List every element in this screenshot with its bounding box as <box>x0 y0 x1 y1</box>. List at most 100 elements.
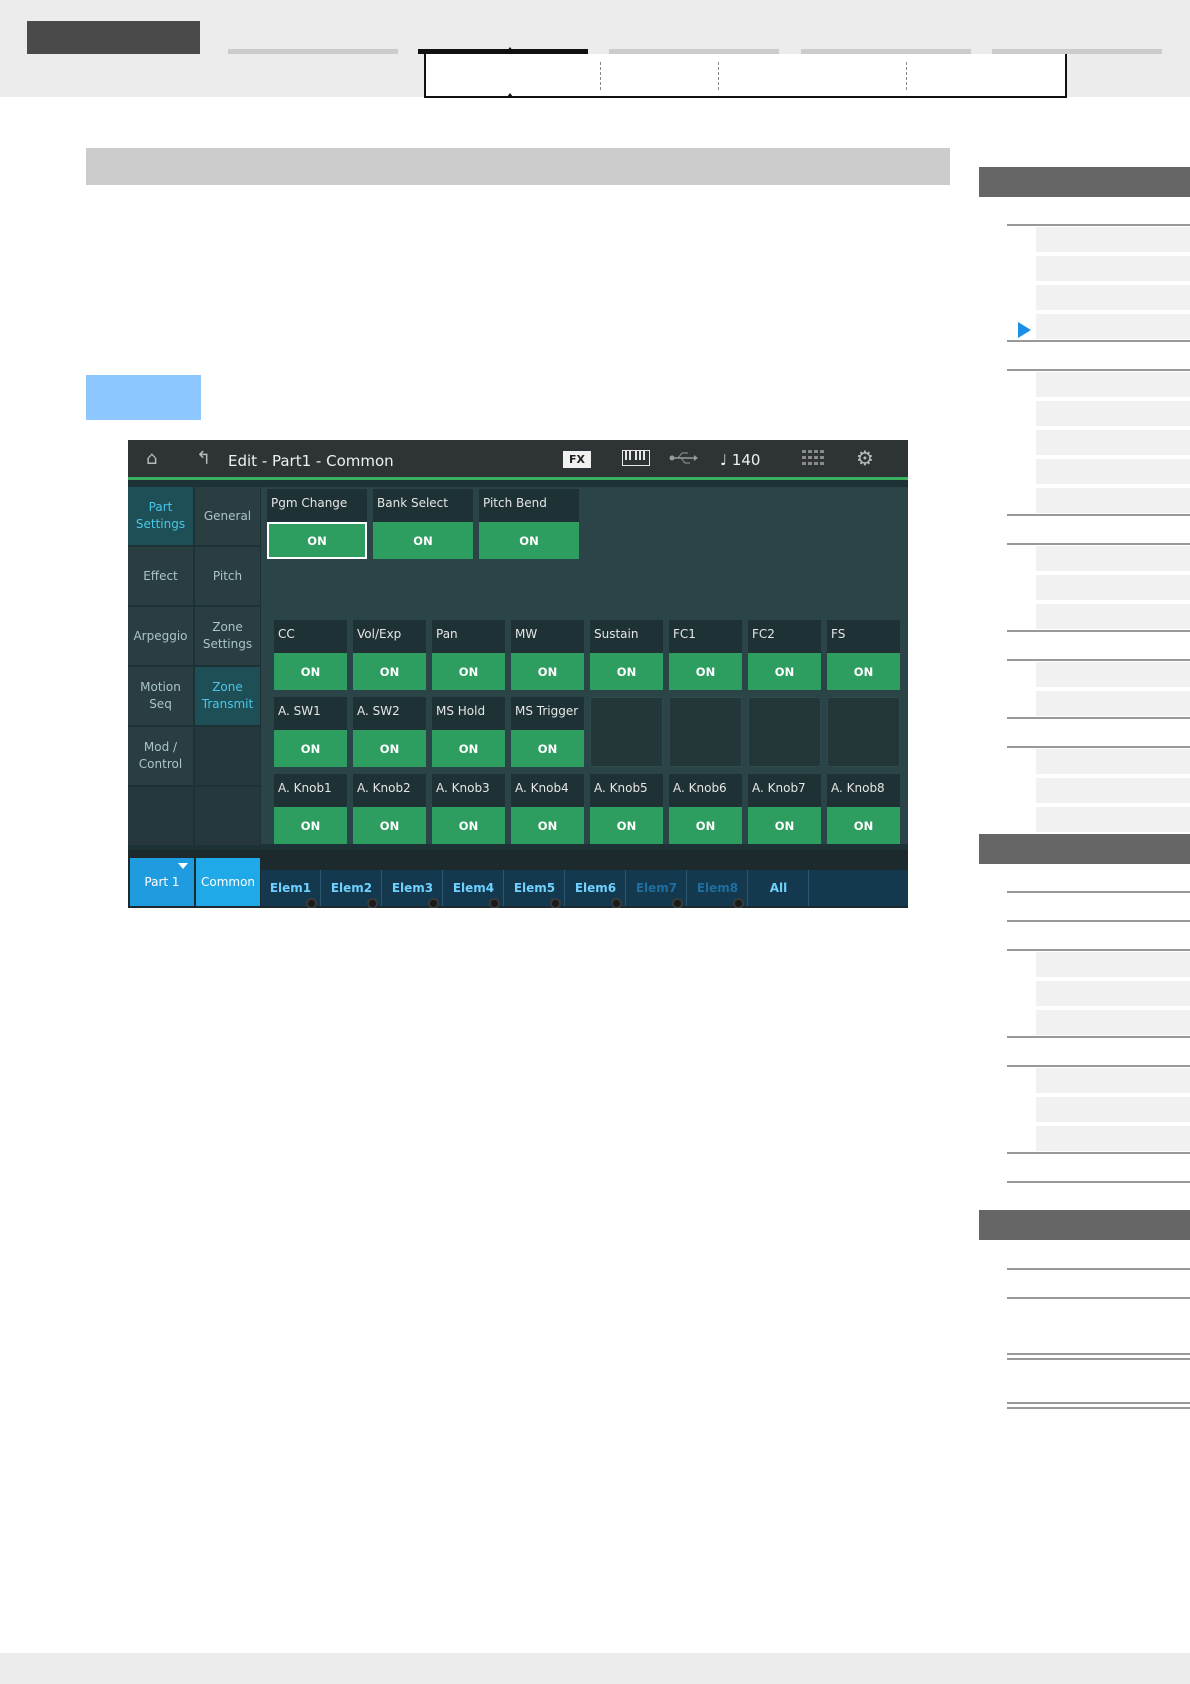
pan-switch[interactable]: ON <box>432 653 505 690</box>
a-sw2-cell: A. SW2 ON <box>353 697 426 767</box>
right-nav-item[interactable] <box>1036 545 1190 571</box>
home-icon[interactable]: ⌂ <box>146 449 157 469</box>
a-knob7-switch[interactable]: ON <box>748 807 821 844</box>
right-nav-item[interactable] <box>1036 1125 1190 1151</box>
right-nav-item[interactable] <box>1036 1096 1190 1122</box>
element-switch-dot[interactable] <box>489 898 500 908</box>
tab-elem2[interactable]: Elem2 <box>322 870 382 908</box>
element-switch-dot[interactable] <box>428 898 439 908</box>
tab-elem3[interactable]: Elem3 <box>383 870 443 908</box>
right-nav-item[interactable] <box>1036 748 1190 774</box>
empty-cell <box>748 697 821 767</box>
right-nav-item[interactable] <box>1036 980 1190 1006</box>
right-nav-item[interactable] <box>1036 371 1190 397</box>
right-nav-item[interactable] <box>1036 255 1190 281</box>
fc1-switch[interactable]: ON <box>669 653 742 690</box>
right-nav-item[interactable] <box>1036 806 1190 832</box>
nav-pitch[interactable]: Pitch <box>195 547 260 605</box>
top-tab[interactable] <box>228 49 398 54</box>
a-knob3-switch[interactable]: ON <box>432 807 505 844</box>
tab-elem1[interactable]: Elem1 <box>261 870 321 908</box>
pgm-change-switch[interactable]: ON <box>267 522 367 559</box>
sustain-label: Sustain <box>594 627 639 641</box>
element-switch-dot[interactable] <box>733 898 744 908</box>
right-nav-item[interactable] <box>1036 458 1190 484</box>
sustain-switch[interactable]: ON <box>590 653 663 690</box>
right-nav-item[interactable] <box>1036 226 1190 252</box>
element-switch-dot[interactable] <box>550 898 561 908</box>
a-sw2-switch[interactable]: ON <box>353 730 426 767</box>
a-knob1-label: A. Knob1 <box>278 781 332 795</box>
back-arrow-icon[interactable]: ↰ <box>196 449 211 469</box>
a-knob4-switch[interactable]: ON <box>511 807 584 844</box>
common-button[interactable]: Common <box>196 858 260 906</box>
nav-mod-control[interactable]: Mod / Control <box>128 727 193 785</box>
grid-icon[interactable] <box>802 450 824 471</box>
part-select-button[interactable]: Part 1 <box>130 858 194 906</box>
right-nav-divider <box>1007 1402 1190 1404</box>
right-nav-item[interactable] <box>1036 400 1190 426</box>
tab-elem4[interactable]: Elem4 <box>444 870 504 908</box>
element-switch-dot[interactable] <box>672 898 683 908</box>
nav-zone-settings[interactable]: Zone Settings <box>195 607 260 665</box>
tab-elem7[interactable]: Elem7 <box>627 870 687 908</box>
nav-motion-seq[interactable]: Motion Seq <box>128 667 193 725</box>
fc2-switch[interactable]: ON <box>748 653 821 690</box>
right-nav-item[interactable] <box>1036 284 1190 310</box>
right-nav-item[interactable] <box>1036 574 1190 600</box>
fs-switch[interactable]: ON <box>827 653 900 690</box>
nav-effect[interactable]: Effect <box>128 547 193 605</box>
right-nav-item[interactable] <box>1036 429 1190 455</box>
nav-arpeggio[interactable]: Arpeggio <box>128 607 193 665</box>
nav-part-settings[interactable]: Part Settings <box>128 487 193 545</box>
fx-badge[interactable]: FX <box>563 451 591 468</box>
element-switch-dot[interactable] <box>367 898 378 908</box>
a-knob2-label: A. Knob2 <box>357 781 411 795</box>
bank-select-switch[interactable]: ON <box>373 522 473 559</box>
pgm-change-label: Pgm Change <box>271 496 348 510</box>
right-nav-heading[interactable] <box>979 1210 1190 1240</box>
dropdown-triangle-icon <box>178 863 188 869</box>
right-nav-item[interactable] <box>1036 951 1190 977</box>
right-nav-item[interactable] <box>1036 690 1190 716</box>
element-switch-dot[interactable] <box>611 898 622 908</box>
right-nav-item-current[interactable] <box>1036 313 1190 339</box>
ms-hold-switch[interactable]: ON <box>432 730 505 767</box>
right-nav-heading[interactable] <box>979 834 1190 864</box>
a-knob6-switch[interactable]: ON <box>669 807 742 844</box>
a-knob6-label: A. Knob6 <box>673 781 727 795</box>
right-nav-item[interactable] <box>1036 661 1190 687</box>
vol-exp-switch[interactable]: ON <box>353 653 426 690</box>
tab-all[interactable]: All <box>749 870 809 906</box>
pitch-bend-switch[interactable]: ON <box>479 522 579 559</box>
nav-zone-transmit[interactable]: Zone Transmit <box>195 667 260 725</box>
a-knob2-switch[interactable]: ON <box>353 807 426 844</box>
right-nav-item[interactable] <box>1036 603 1190 629</box>
chapter-block <box>27 21 200 54</box>
right-nav-item[interactable] <box>1036 1009 1190 1035</box>
a-knob5-switch[interactable]: ON <box>590 807 663 844</box>
empty-cell <box>669 697 742 767</box>
right-nav-item[interactable] <box>1036 1067 1190 1093</box>
a-knob1-switch[interactable]: ON <box>274 807 347 844</box>
gear-icon[interactable]: ⚙ <box>856 448 874 468</box>
right-nav-heading[interactable] <box>979 167 1190 197</box>
cc-label: CC <box>278 627 295 641</box>
tab-elem8[interactable]: Elem8 <box>688 870 748 908</box>
element-switch-dot[interactable] <box>306 898 317 908</box>
fs-label: FS <box>831 627 846 641</box>
tempo-display[interactable]: ♩ 140 <box>720 451 760 469</box>
right-nav-item[interactable] <box>1036 487 1190 513</box>
right-nav-divider <box>1007 1181 1190 1183</box>
mw-label: MW <box>515 627 538 641</box>
part-select-label: Part 1 <box>144 875 180 889</box>
nav-general[interactable]: General <box>195 487 260 545</box>
a-sw1-switch[interactable]: ON <box>274 730 347 767</box>
right-nav-item[interactable] <box>1036 777 1190 803</box>
tab-elem6[interactable]: Elem6 <box>566 870 626 908</box>
a-knob8-switch[interactable]: ON <box>827 807 900 844</box>
ms-trigger-switch[interactable]: ON <box>511 730 584 767</box>
mw-switch[interactable]: ON <box>511 653 584 690</box>
tab-elem5[interactable]: Elem5 <box>505 870 565 908</box>
cc-switch[interactable]: ON <box>274 653 347 690</box>
